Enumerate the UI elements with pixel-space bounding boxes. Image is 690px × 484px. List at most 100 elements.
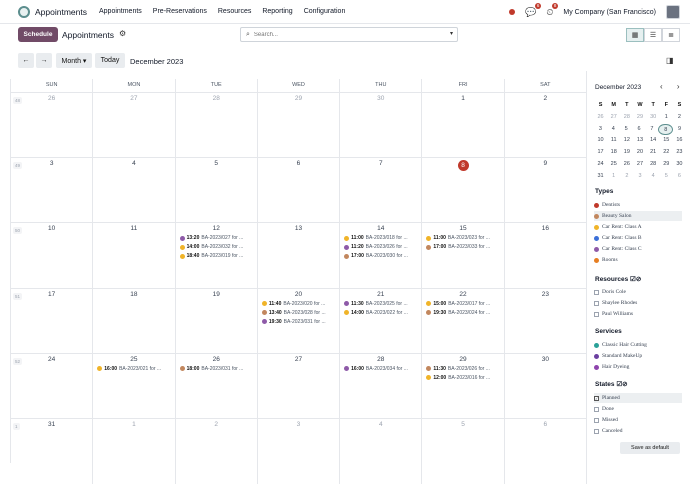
mini-calendar-day[interactable]: 2	[620, 171, 633, 183]
mini-calendar-day[interactable]: 4	[607, 124, 620, 136]
sidebar-toggle-icon[interactable]: ◨	[666, 56, 674, 65]
filter-item[interactable]: Shaylee Rhodes	[594, 298, 682, 308]
user-avatar[interactable]	[666, 5, 680, 19]
day-cell[interactable]: 25 16:00 BA-2023/021 for ...	[93, 353, 176, 419]
day-cell[interactable]: 9	[505, 158, 587, 224]
mini-calendar-day[interactable]: 15	[660, 135, 673, 147]
mini-calendar-day[interactable]: 11	[607, 135, 620, 147]
day-cell[interactable]: 28	[176, 93, 258, 158]
today-button[interactable]: Today	[95, 53, 125, 68]
save-as-default-button[interactable]: Save as default	[620, 442, 680, 454]
day-cell[interactable]: 1 31	[11, 419, 94, 484]
day-cell[interactable]: 48 26	[11, 93, 94, 158]
menu-appointments[interactable]: Appointments	[99, 8, 142, 15]
calendar-event[interactable]: 17:00 BA-2023/030 for ...	[344, 253, 419, 259]
search-input[interactable]	[253, 31, 434, 38]
filter-item[interactable]: Hair Dyeing	[594, 362, 682, 372]
mini-calendar-day[interactable]: 19	[620, 147, 633, 159]
filter-item[interactable]: Canceled	[594, 426, 682, 436]
filter-item[interactable]: Doris Cole	[594, 287, 682, 297]
mini-calendar-day[interactable]: 8	[658, 123, 674, 136]
app-name[interactable]: Appointments	[35, 7, 87, 17]
calendar-event[interactable]: 15:00 BA-2023/017 for ...	[426, 301, 501, 307]
mini-calendar-day[interactable]: 28	[620, 112, 633, 124]
list-view-icon[interactable]: ☰	[644, 28, 662, 42]
calendar-event[interactable]: 14:00 BA-2023/032 for ...	[179, 244, 255, 250]
day-cell[interactable]: 51 17	[11, 288, 94, 354]
filter-item[interactable]: Planned	[594, 393, 682, 403]
mini-calendar-day[interactable]: 13	[633, 135, 646, 147]
calendar-event[interactable]: 11:20 BA-2023/026 for ...	[344, 244, 419, 250]
mini-calendar-nav-icon[interactable]: ‹ ›	[660, 82, 686, 91]
calendar-event[interactable]: 17:00 BA-2023/033 for ...	[426, 244, 501, 250]
calendar-event[interactable]: 11:30 BA-2023/026 for ...	[426, 366, 501, 372]
mini-calendar-day[interactable]: 3	[633, 171, 646, 183]
status-dot-icon[interactable]	[509, 9, 516, 15]
filter-checkbox[interactable]	[594, 289, 599, 295]
gantt-view-icon[interactable]: ≣	[662, 28, 680, 42]
mini-calendar-day[interactable]: 21	[647, 147, 660, 159]
calendar-event[interactable]: 16:00 BA-2023/034 for ...	[344, 366, 419, 372]
mini-calendar-day[interactable]: 4	[647, 171, 660, 183]
day-cell[interactable]: 13	[258, 223, 341, 289]
calendar-event[interactable]: 12:00 BA-2023/016 for ...	[426, 375, 501, 381]
calendar-event[interactable]: 13:20 BA-2023/027 for ...	[179, 235, 255, 241]
activity-clock-icon[interactable]: ⏲ 8	[546, 2, 559, 18]
menu-resources[interactable]: Resources	[218, 8, 251, 15]
mini-calendar-day[interactable]: 6	[673, 171, 686, 183]
mini-calendar-day[interactable]: 31	[594, 171, 607, 183]
day-cell[interactable]: 30	[505, 353, 587, 419]
day-cell[interactable]: 3	[258, 419, 341, 484]
filter-item[interactable]: Paul Williams	[594, 309, 682, 319]
mini-calendar-day[interactable]: 30	[647, 112, 660, 124]
day-cell[interactable]: 4	[93, 158, 176, 224]
mini-calendar-day[interactable]: 1	[607, 171, 620, 183]
mini-calendar-day[interactable]: 30	[673, 159, 686, 171]
scale-dropdown[interactable]: Month ▾	[56, 53, 92, 68]
filter-item[interactable]: Missed	[594, 415, 682, 425]
mini-calendar-day[interactable]: 26	[594, 112, 607, 124]
mini-calendar-day[interactable]: 20	[633, 147, 646, 159]
mini-calendar-day[interactable]: 27	[607, 112, 620, 124]
filter-checkbox[interactable]	[594, 406, 599, 412]
day-cell[interactable]: 27	[258, 353, 341, 419]
mini-calendar-day[interactable]: 5	[660, 171, 673, 183]
company-switcher[interactable]: My Company (San Francisco)	[563, 9, 656, 16]
day-cell[interactable]: 5	[422, 419, 505, 484]
schedule-button[interactable]: Schedule	[18, 27, 58, 42]
day-cell[interactable]: 20 11:40 BA-2023/020 for ... 13:40 BA-2023/0…	[258, 288, 341, 354]
day-cell[interactable]: 7	[340, 158, 423, 224]
mini-calendar-day[interactable]: 26	[620, 159, 633, 171]
mini-calendar-day[interactable]: 28	[647, 159, 660, 171]
day-cell[interactable]: 2	[176, 419, 258, 484]
menu-pre-reservations[interactable]: Pre-Reservations	[153, 8, 207, 15]
calendar-event[interactable]: 11:00 BA-2023/018 for ...	[344, 235, 419, 241]
filter-item[interactable]: Dentists	[594, 200, 682, 210]
day-cell[interactable]: 4	[340, 419, 423, 484]
prev-button[interactable]: ←	[18, 53, 34, 68]
calendar-view-icon[interactable]: ▦	[626, 28, 644, 42]
mini-calendar-day[interactable]: 1	[660, 112, 673, 124]
filter-checkbox[interactable]	[594, 395, 599, 401]
mini-calendar-day[interactable]: 25	[607, 159, 620, 171]
mini-calendar-day[interactable]: 5	[620, 124, 633, 136]
day-cell[interactable]: 15 11:00 BA-2023/023 for ... 17:00 BA-2023/0…	[422, 223, 505, 289]
calendar-event[interactable]: 11:00 BA-2023/023 for ...	[426, 235, 501, 241]
filter-item[interactable]: Car Rent: Class A	[594, 222, 682, 232]
filter-checkbox[interactable]	[594, 300, 599, 306]
calendar-event[interactable]: 19:30 BA-2023/031 for ...	[261, 319, 337, 325]
calendar-event[interactable]: 16:00 BA-2023/021 for ...	[97, 366, 172, 372]
mini-calendar-day[interactable]: 17	[594, 147, 607, 159]
filter-checkbox[interactable]	[594, 428, 599, 434]
day-cell[interactable]: 50 10	[11, 223, 94, 289]
search-toggle-caret-icon[interactable]: ▾	[450, 30, 453, 37]
filter-item[interactable]: Beauty Salon	[594, 211, 682, 221]
day-cell[interactable]: 29 11:30 BA-2023/026 for ... 12:00 BA-2023/0…	[422, 353, 505, 419]
day-cell[interactable]: 26 18:00 BA-2023/031 for ...	[176, 353, 258, 419]
day-cell[interactable]: 28 16:00 BA-2023/034 for ...	[340, 353, 423, 419]
calendar-event[interactable]: 13:40 BA-2023/028 for ...	[261, 310, 337, 316]
mini-calendar-day[interactable]: 10	[594, 135, 607, 147]
day-cell[interactable]: 11	[93, 223, 176, 289]
mini-calendar-day[interactable]: 18	[607, 147, 620, 159]
calendar-event[interactable]: 11:30 BA-2023/025 for ...	[344, 301, 419, 307]
